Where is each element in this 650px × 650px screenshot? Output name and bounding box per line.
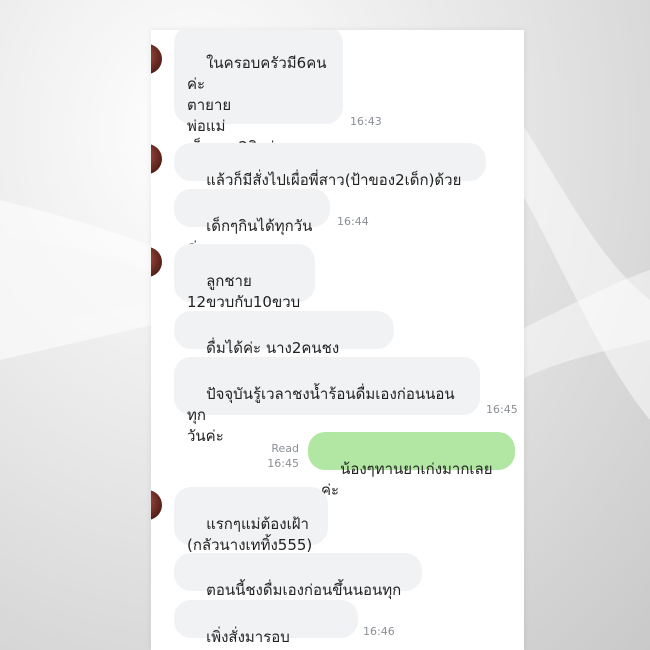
message-timestamp: 16:45 [267, 457, 299, 470]
incoming-message: แล้วก็มีสั่งไปเผื่อพี่สาว(ป้าของ2เด็ก)ด้… [174, 143, 486, 210]
incoming-message: ตอนนี้ชงดื่มเองก่อนขึ้นนอนทุกวัน [174, 553, 422, 620]
message-text: เพิ่งสั่งมารอบล่าสุด5ชุด [187, 628, 290, 650]
message-timestamp: 16:43 [350, 115, 382, 128]
incoming-message: เพิ่งสั่งมารอบล่าสุด5ชุด [174, 600, 358, 650]
incoming-message: ดื่มได้ค่ะ นาง2คนชงเอง5555 [174, 311, 394, 378]
message-timestamp: 16:44 [337, 215, 369, 228]
contact-avatar[interactable] [151, 247, 162, 277]
incoming-message: ปัจจุบันรู้เวลาชงน้ำร้อนดื่มเองก่อนนอนทุ… [174, 357, 480, 445]
contact-avatar[interactable] [151, 490, 162, 520]
message-timestamp: 16:45 [486, 403, 518, 416]
message-timestamp: 16:46 [363, 625, 395, 638]
message-text: แรกๆแม่ต้องเฝ้า (กลัวนางเททิ้ง555) [187, 515, 313, 554]
read-receipt: Read 16:45 [259, 441, 299, 471]
incoming-message: ลูกชาย 12ขวบกับ10ขวบ [174, 244, 315, 311]
incoming-message: ในครอบครัวมี6คนค่ะ ตายาย พ่อแม่ เด็กชาย2… [174, 30, 343, 156]
chat-panel[interactable]: ในครอบครัวมี6คนค่ะ ตายาย พ่อแม่ เด็กชาย2… [151, 30, 524, 650]
contact-avatar[interactable] [151, 44, 162, 74]
message-text: น้องๆทานยาเก่งมากเลยค่ะ [321, 460, 493, 499]
incoming-message: เด็กๆกินได้ทุกวันค่ะ [174, 189, 330, 256]
message-text: ลูกชาย 12ขวบกับ10ขวบ [187, 272, 301, 311]
message-text: ในครอบครัวมี6คนค่ะ ตายาย พ่อแม่ เด็กชาย2… [187, 54, 327, 156]
read-status: Read [271, 442, 299, 455]
contact-avatar[interactable] [151, 144, 162, 174]
incoming-message: แรกๆแม่ต้องเฝ้า (กลัวนางเททิ้ง555) [174, 487, 328, 554]
outgoing-message: น้องๆทานยาเก่งมากเลยค่ะ [308, 432, 515, 499]
